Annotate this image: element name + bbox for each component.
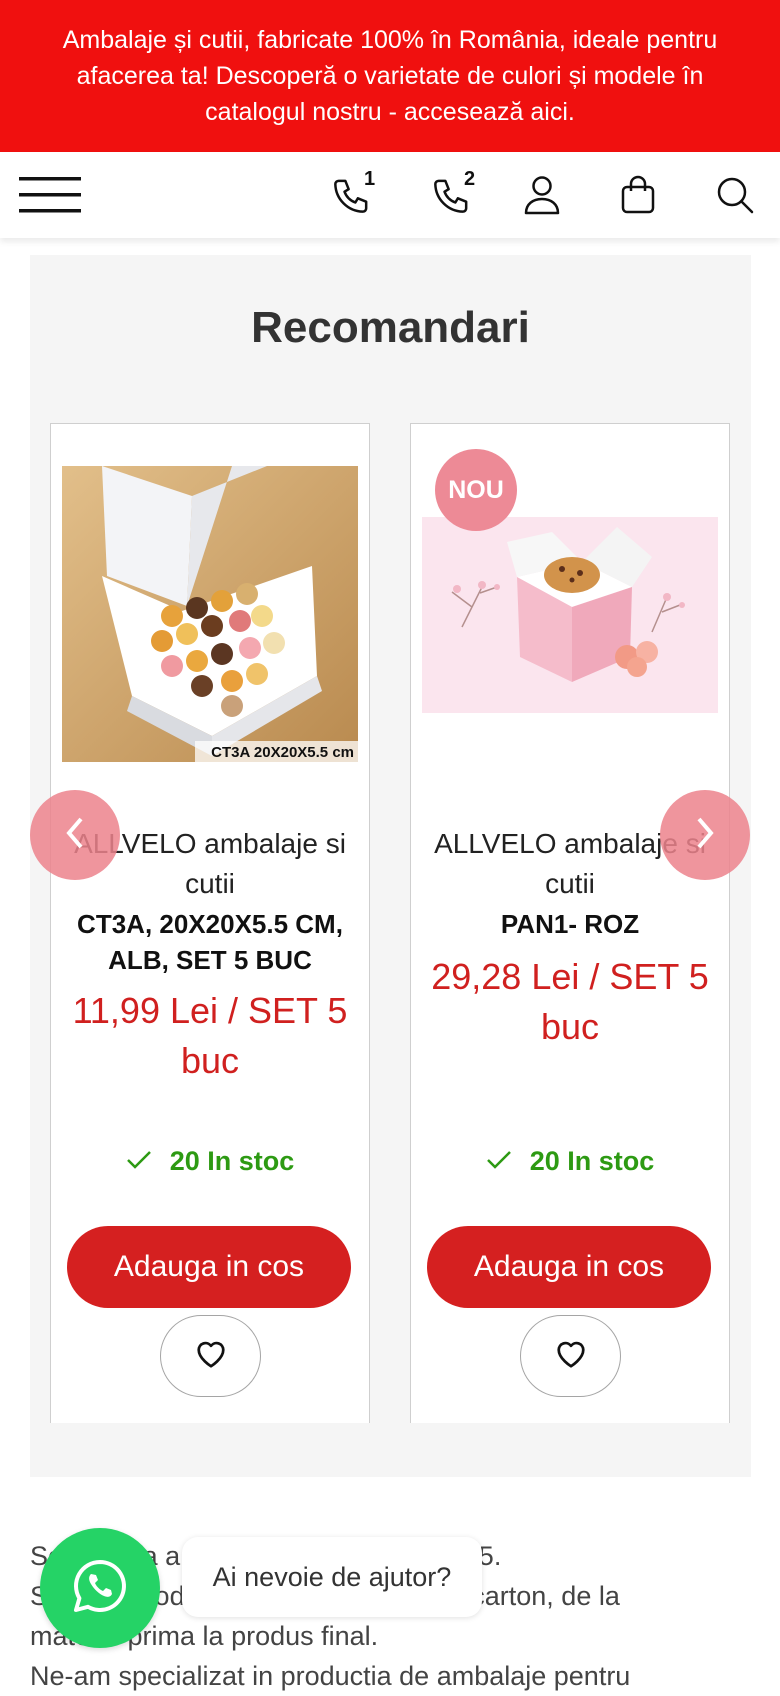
- help-text: Ai nevoie de ajutor?: [212, 1561, 452, 1592]
- recommendations-section: Recomandari CT3A 20X20X5.5 cm ALLVELO am…: [30, 255, 751, 1477]
- product-name[interactable]: PAN1- ROZ: [417, 906, 723, 942]
- product-price: 11,99 Lei / SET 5 buc: [72, 990, 348, 1081]
- promo-text[interactable]: Ambalaje și cutii, fabricate 100% în Rom…: [63, 26, 718, 126]
- cart-icon[interactable]: [616, 170, 660, 220]
- product-card[interactable]: CT3A 20X20X5.5 cm ALLVELO ambalaje si cu…: [50, 423, 370, 1423]
- about-line: Ne-am specializat in productia de ambala…: [30, 1661, 631, 1691]
- whatsapp-button[interactable]: [40, 1528, 160, 1648]
- product-card[interactable]: NOU ALLVELO ambalaje si cutii PAN1- ROZ …: [410, 423, 730, 1423]
- top-navbar: 1 2: [0, 152, 780, 238]
- product-image[interactable]: CT3A 20X20X5.5 cm: [62, 466, 358, 762]
- phone-2-link[interactable]: 2: [422, 168, 482, 220]
- add-to-cart-button[interactable]: Adauga in cos: [427, 1226, 711, 1308]
- heart-icon: [554, 1339, 588, 1374]
- stock-status: 20 In stoc: [411, 1146, 729, 1177]
- promo-banner[interactable]: Ambalaje și cutii, fabricate 100% în Rom…: [0, 0, 780, 152]
- chevron-left-icon: [63, 815, 87, 856]
- image-caption: CT3A 20X20X5.5 cm: [211, 744, 354, 761]
- chat-help-bubble[interactable]: Ai nevoie de ajutor?: [182, 1537, 482, 1617]
- product-name[interactable]: CT3A, 20X20X5.5 CM, ALB, SET 5 BUC: [57, 906, 363, 978]
- product-image[interactable]: [422, 517, 718, 713]
- phone-1-label: 1: [364, 168, 376, 190]
- carousel-next-button[interactable]: [660, 790, 750, 880]
- product-price: 29,28 Lei / SET 5 buc: [431, 956, 709, 1047]
- new-badge: NOU: [435, 449, 517, 531]
- stock-text: 20 In stoc: [169, 1146, 295, 1176]
- carousel-prev-button[interactable]: [30, 790, 120, 880]
- user-icon[interactable]: [520, 170, 564, 220]
- menu-icon[interactable]: [18, 172, 82, 218]
- check-icon: [126, 1146, 152, 1177]
- whatsapp-icon: [70, 1556, 130, 1621]
- section-title: Recomandari: [251, 303, 530, 352]
- check-icon: [486, 1146, 512, 1177]
- add-to-cart-button[interactable]: Adauga in cos: [67, 1226, 351, 1308]
- search-icon[interactable]: [710, 170, 760, 220]
- phone-2-label: 2: [464, 168, 476, 190]
- wishlist-button[interactable]: [520, 1315, 621, 1397]
- stock-text: 20 In stoc: [529, 1146, 655, 1176]
- phone-1-link[interactable]: 1: [322, 168, 382, 220]
- stock-status: 20 In stoc: [51, 1146, 369, 1177]
- wishlist-button[interactable]: [160, 1315, 261, 1397]
- chevron-right-icon: [693, 815, 717, 856]
- heart-icon: [194, 1339, 228, 1374]
